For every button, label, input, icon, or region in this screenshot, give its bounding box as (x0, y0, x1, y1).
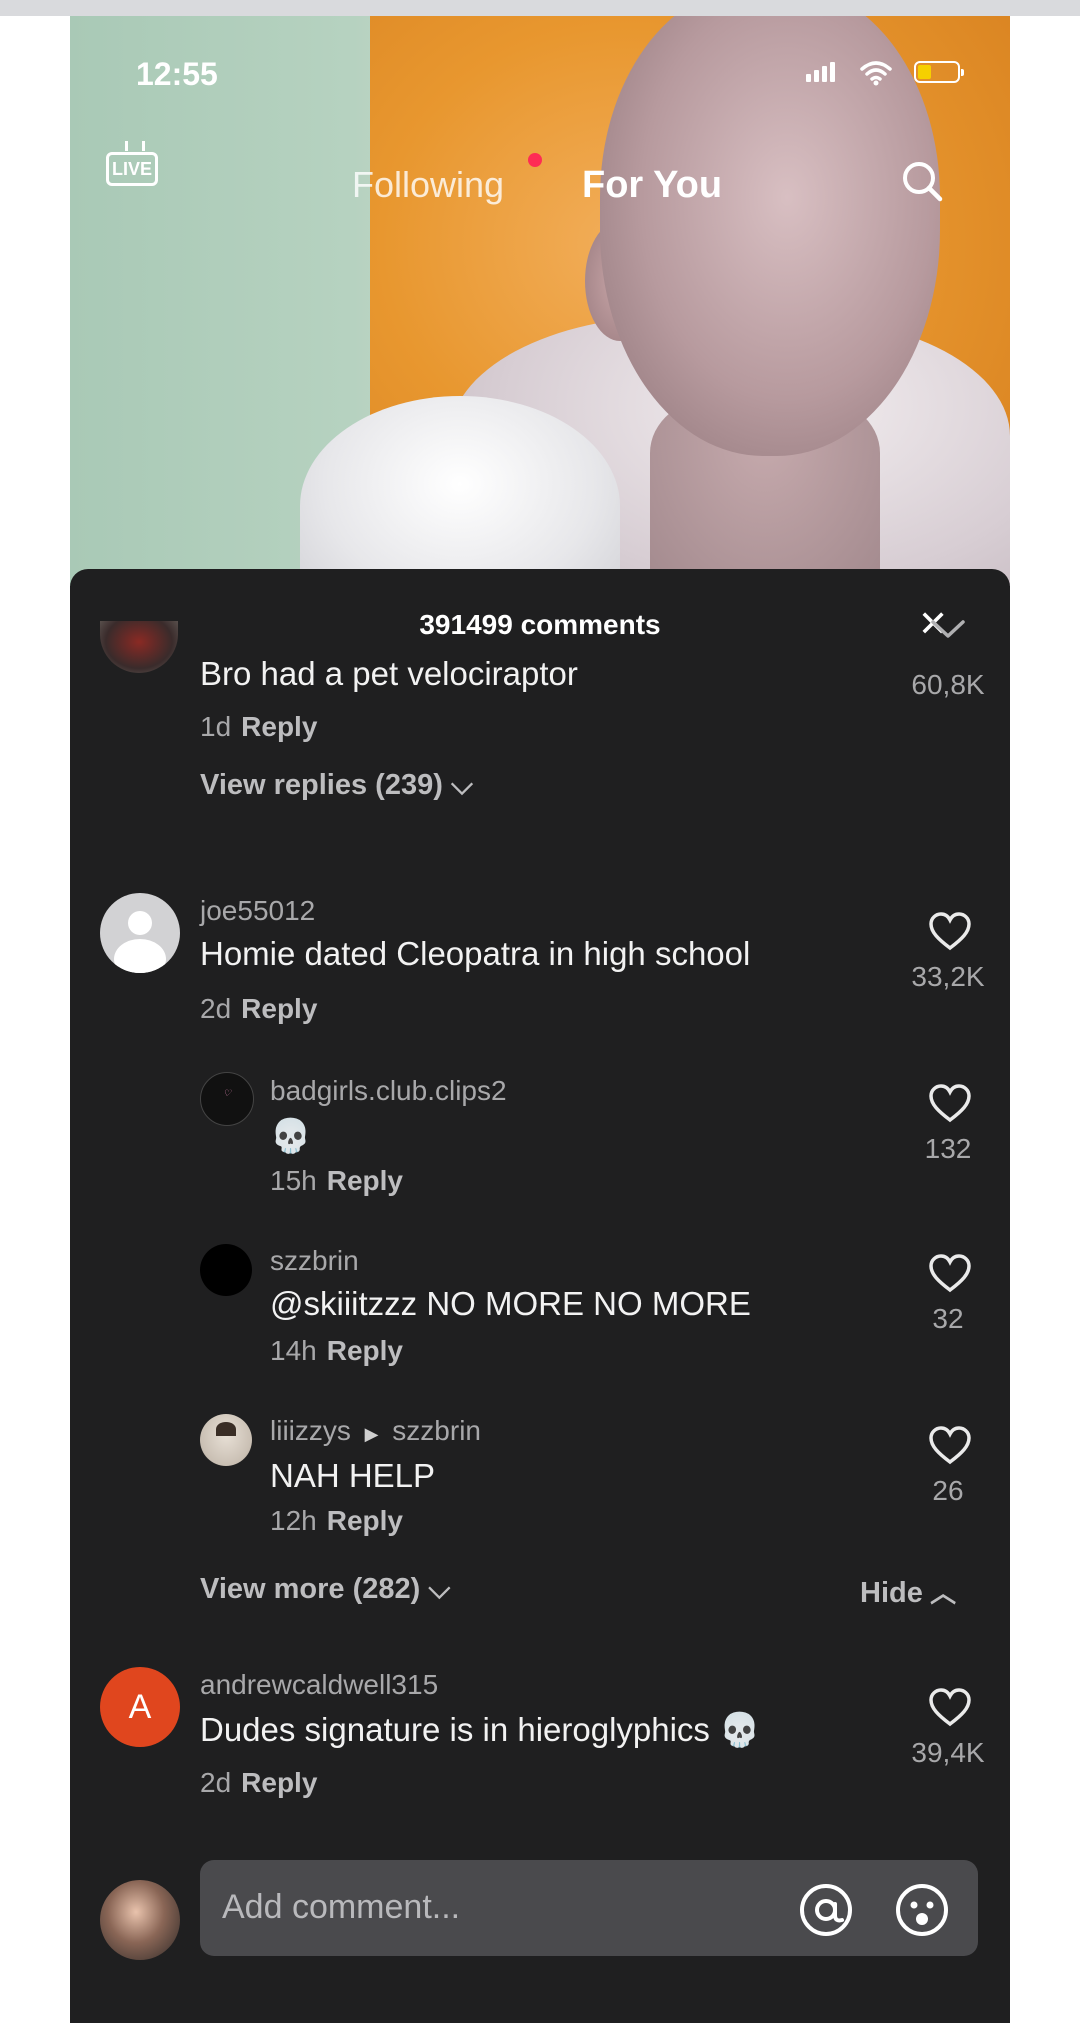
comment-age: 2d (200, 993, 232, 1024)
reply-button[interactable]: Reply (241, 1767, 317, 1798)
tab-following[interactable]: Following (352, 164, 504, 206)
reply-to-user[interactable]: szzbrin (392, 1415, 481, 1446)
reply-age: 12h (270, 1505, 317, 1536)
comment-age: 2d (200, 1767, 232, 1798)
mention-icon[interactable] (798, 1882, 854, 1938)
reply-username[interactable]: szzbrin (270, 1245, 359, 1277)
like-count: 33,2K (911, 961, 985, 992)
reply-button[interactable]: Reply (327, 1335, 403, 1366)
reply-meta: 12h Reply (270, 1505, 403, 1537)
comments-count-title: 391499 comments (419, 609, 661, 640)
reply-button[interactable]: Reply (241, 711, 317, 742)
reply-meta: 15h Reply (270, 1165, 403, 1197)
heart-icon[interactable] (928, 911, 972, 951)
phone-screen: 12:55 LIVE Following For You 391499 comm… (70, 16, 1010, 2023)
reply-text: 💀 (270, 1117, 312, 1154)
avatar[interactable]: A (100, 1667, 180, 1747)
comment-meta: 2d Reply (200, 993, 317, 1025)
avatar[interactable] (200, 1414, 252, 1466)
live-button[interactable]: LIVE (106, 152, 158, 186)
chevron-down-icon: ⌵ (450, 769, 473, 801)
comment-username[interactable]: andrewcaldwell315 (200, 1669, 438, 1701)
emoji-icon[interactable] (894, 1882, 950, 1938)
like-count: 60,8K (911, 669, 985, 700)
hide-label: Hide (860, 1577, 923, 1609)
comment-text: Bro had a pet velociraptor (200, 655, 578, 692)
reply-text: NAH HELP (270, 1457, 436, 1494)
chevron-down-icon: ⌵ (428, 1573, 451, 1605)
avatar[interactable] (100, 893, 180, 973)
comment-text: Homie dated Cleopatra in high school (200, 935, 751, 972)
view-replies-button[interactable]: View replies (239) ⌵ (200, 769, 473, 802)
reply-author[interactable]: liiizzys (270, 1415, 351, 1446)
avatar[interactable] (100, 1880, 180, 1960)
view-replies-label: View replies (239) (200, 769, 443, 801)
video-player[interactable]: 12:55 LIVE Following For You (70, 16, 1010, 586)
notification-dot (528, 153, 542, 167)
like-count: 132 (924, 1133, 972, 1164)
live-label: LIVE (111, 159, 152, 179)
comments-sheet: 391499 comments ✕ Bro had a pet velocira… (70, 569, 1010, 2023)
comment-meta: 2d Reply (200, 1767, 317, 1799)
wifi-icon (860, 61, 892, 86)
chevron-up-icon: ︿ (922, 1578, 957, 1608)
reply-meta: 14h Reply (270, 1335, 403, 1367)
avatar-letter: A (128, 1688, 152, 1726)
avatar[interactable] (100, 621, 178, 673)
chevron-down-icon[interactable] (930, 619, 966, 641)
hide-button[interactable]: Hide ︿ (860, 1573, 956, 1610)
comment-age: 1d (200, 711, 232, 742)
like-count: 39,4K (911, 1737, 985, 1768)
avatar[interactable]: ♡ (200, 1072, 254, 1126)
reply-age: 15h (270, 1165, 317, 1196)
comment-username[interactable]: joe55012 (200, 895, 315, 927)
status-time: 12:55 (136, 56, 218, 92)
reply-age: 14h (270, 1335, 317, 1366)
reply-button[interactable]: Reply (241, 993, 317, 1024)
heart-icon[interactable] (928, 1083, 972, 1123)
reply-arrow-icon: ▶ (364, 1424, 379, 1444)
like-count: 26 (932, 1475, 964, 1506)
view-more-button[interactable]: View more (282) ⌵ (200, 1573, 450, 1606)
reply-username[interactable]: badgirls.club.clips2 (270, 1075, 507, 1107)
signal-icon (806, 62, 835, 82)
tab-for-you[interactable]: For You (582, 164, 722, 207)
search-icon[interactable] (900, 159, 944, 203)
reply-text: @skiiitzzz NO MORE NO MORE (270, 1285, 751, 1322)
comment-meta: 1d Reply (200, 711, 317, 743)
heart-icon[interactable] (928, 1687, 972, 1727)
reply-username: liiizzys ▶ szzbrin (270, 1415, 481, 1447)
heart-icon[interactable] (928, 1425, 972, 1465)
comment-input-placeholder: Add comment... (222, 1888, 461, 1926)
view-more-label: View more (282) (200, 1573, 421, 1605)
heart-icon[interactable] (928, 1253, 972, 1293)
reply-button[interactable]: Reply (327, 1165, 403, 1196)
like-count: 32 (932, 1303, 964, 1334)
comment-text: Dudes signature is in hieroglyphics 💀 (200, 1711, 761, 1748)
avatar[interactable] (200, 1244, 252, 1296)
window-top-strip (0, 0, 1080, 16)
battery-icon (914, 61, 964, 83)
reply-button[interactable]: Reply (327, 1505, 403, 1536)
